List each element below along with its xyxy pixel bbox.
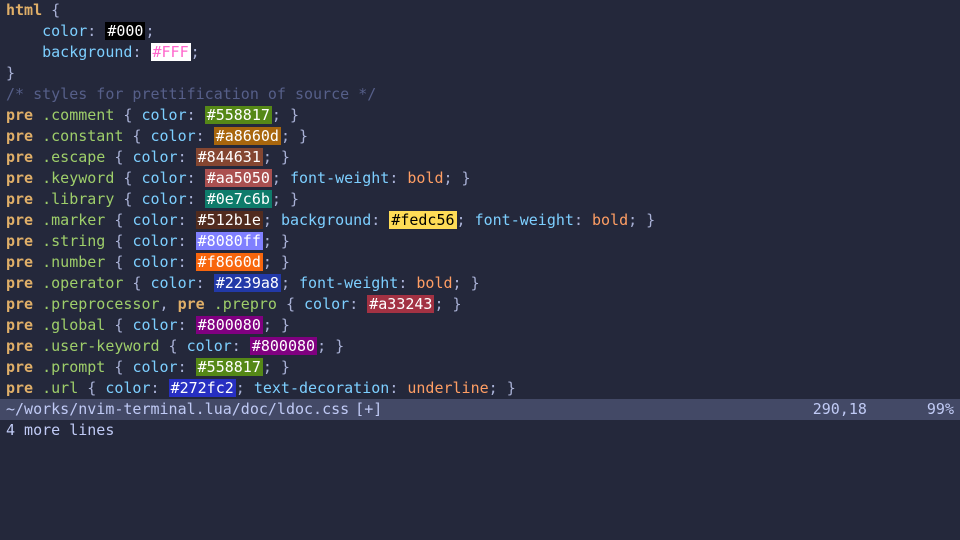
code-line: pre .operator { color: #2239a8; font-wei… — [6, 273, 954, 294]
hex-swatch: #000 — [105, 22, 145, 40]
hex-swatch: #fedc56 — [389, 211, 456, 229]
code-line: pre .library { color: #0e7c6b; } — [6, 189, 954, 210]
code-line: pre .prompt { color: #558817; } — [6, 357, 954, 378]
hex-swatch: #a8660d — [214, 127, 281, 145]
code-line: pre .string { color: #8080ff; } — [6, 231, 954, 252]
code-line: pre .preprocessor, pre .prepro { color: … — [6, 294, 954, 315]
hex-swatch: #2239a8 — [214, 274, 281, 292]
code-line: pre .comment { color: #558817; } — [6, 105, 954, 126]
message-line: 4 more lines — [0, 420, 960, 441]
code-line: pre .user-keyword { color: #800080; } — [6, 336, 954, 357]
hex-swatch: #558817 — [205, 106, 272, 124]
hex-swatch: #800080 — [196, 316, 263, 334]
code-line: pre .escape { color: #844631; } — [6, 147, 954, 168]
status-scroll-percent: 99% — [927, 399, 954, 420]
hex-swatch: #272fc2 — [169, 379, 236, 397]
code-line: pre .keyword { color: #aa5050; font-weig… — [6, 168, 954, 189]
hex-swatch: #f8660d — [196, 253, 263, 271]
code-line: pre .global { color: #800080; } — [6, 315, 954, 336]
code-line: background: #FFF; — [6, 42, 954, 63]
code-line: pre .constant { color: #a8660d; } — [6, 126, 954, 147]
hex-swatch: #a33243 — [367, 295, 434, 313]
status-cursor-position: 290,18 — [813, 399, 867, 420]
hex-swatch: #8080ff — [196, 232, 263, 250]
status-file-path: ~/works/nvim-terminal.lua/doc/ldoc.css — [6, 399, 349, 420]
code-line: html { — [6, 0, 954, 21]
code-line: pre .number { color: #f8660d; } — [6, 252, 954, 273]
hex-swatch: #0e7c6b — [205, 190, 272, 208]
code-line: /* styles for prettification of source *… — [6, 84, 954, 105]
hex-swatch: #FFF — [151, 43, 191, 61]
hex-swatch: #558817 — [196, 358, 263, 376]
code-editor[interactable]: html { color: #000; background: #FFF;}/*… — [0, 0, 960, 399]
status-bar: ~/works/nvim-terminal.lua/doc/ldoc.css [… — [0, 399, 960, 420]
hex-swatch: #512b1e — [196, 211, 263, 229]
hex-swatch: #844631 — [196, 148, 263, 166]
code-line: pre .url { color: #272fc2; text-decorati… — [6, 378, 954, 399]
code-line: color: #000; — [6, 21, 954, 42]
status-modified-flag: [+] — [355, 399, 382, 420]
hex-swatch: #800080 — [250, 337, 317, 355]
code-line: pre .marker { color: #512b1e; background… — [6, 210, 954, 231]
code-line: } — [6, 63, 954, 84]
hex-swatch: #aa5050 — [205, 169, 272, 187]
